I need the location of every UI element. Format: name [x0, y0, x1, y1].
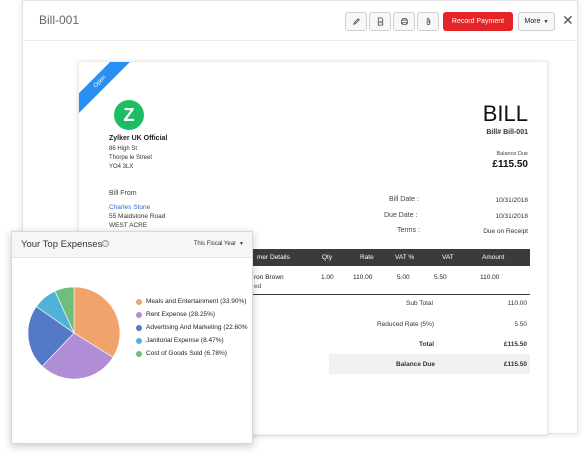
- balance-due-amount: £115.50: [492, 159, 528, 170]
- column-header: mer Details: [257, 254, 290, 261]
- vendor-address-line: WEST ACRE: [109, 222, 148, 229]
- org-address-line: Thorpe le Street: [109, 155, 153, 161]
- vendor-name-link[interactable]: Charles Stone: [109, 204, 150, 211]
- help-icon[interactable]: ?: [102, 240, 109, 247]
- bill-id-title: Bill-001: [39, 13, 80, 27]
- legend-swatch: [136, 311, 142, 318]
- legend-swatch: [136, 350, 142, 357]
- legend-item: Cost of Goods Sold (6.78%): [136, 350, 227, 357]
- item-description: ed: [254, 283, 262, 290]
- paperclip-icon: [426, 17, 430, 25]
- items-table-header: mer Details Qty Rate VAT % VAT Amount: [252, 249, 530, 266]
- caret-down-icon: ▼: [543, 18, 549, 25]
- item-vat-percent: 5.00: [397, 274, 410, 281]
- reduced-rate-label: Reduced Rate (5%): [377, 321, 435, 328]
- more-dropdown[interactable]: More ▼: [518, 12, 555, 31]
- item-qty: 1.00: [321, 274, 334, 281]
- org-address-line: 86 High St: [109, 146, 138, 152]
- column-header: Amount: [482, 254, 505, 261]
- org-address-line: YO4 3LX: [109, 164, 134, 170]
- legend-swatch: [136, 337, 142, 344]
- reduced-rate-value: 5.50: [514, 321, 527, 328]
- legend-swatch: [136, 298, 142, 305]
- period-label: This Fiscal Year: [193, 241, 237, 247]
- org-name: Zylker UK Official: [109, 135, 168, 142]
- item-rate: 110.00: [353, 274, 373, 281]
- bill-date-value: 10/31/2018: [495, 197, 528, 204]
- legend-label: Janitorial Expense (8.47%): [146, 337, 224, 344]
- pdf-button[interactable]: [369, 12, 391, 31]
- company-logo: Z: [114, 100, 144, 130]
- printer-icon: [400, 17, 408, 26]
- total-value: £115.50: [503, 341, 527, 348]
- top-expenses-widget: Your Top Expenses ? This Fiscal Year ▼ M…: [11, 231, 253, 444]
- bill-heading: BILL: [482, 101, 528, 126]
- due-date-label: Due Date :: [384, 212, 418, 219]
- bill-from-label: Bill From: [109, 190, 137, 197]
- legend-label: Cost of Goods Sold (6.78%): [146, 350, 227, 357]
- caret-down-icon: ▼: [239, 241, 244, 247]
- bill-toolbar: Bill-001 Record Payment More ▼ ✕: [23, 1, 577, 41]
- edit-button[interactable]: [345, 12, 367, 31]
- pdf-icon: [377, 17, 383, 26]
- legend-item: Janitorial Expense (8.47%): [136, 337, 224, 344]
- legend-swatch: [136, 324, 142, 331]
- pencil-icon: [352, 18, 360, 25]
- terms-label: Terms :: [397, 227, 420, 234]
- terms-value: Due on Receipt: [483, 228, 528, 235]
- legend-item: Meals and Entertainment (33.90%): [136, 298, 246, 305]
- legend-item: Advertising And Marketing (22.60%: [136, 324, 248, 331]
- item-vat: 5.50: [434, 274, 447, 281]
- total-label: Total: [419, 341, 435, 348]
- bill-date-label: Bill Date :: [389, 196, 419, 203]
- more-label: More: [524, 18, 541, 25]
- balance-due-total-value: £115.50: [503, 361, 527, 368]
- widget-title: Your Top Expenses: [21, 239, 103, 250]
- record-payment-button[interactable]: Record Payment: [443, 12, 513, 31]
- item-amount: 110.00: [480, 274, 500, 281]
- period-dropdown[interactable]: This Fiscal Year ▼: [194, 241, 244, 247]
- balance-due-label: Balance Due: [496, 151, 529, 157]
- bill-number: Bill# Bill-001: [486, 129, 528, 136]
- column-header: Qty: [322, 254, 333, 261]
- column-header: Rate: [360, 254, 374, 261]
- column-header: VAT %: [395, 254, 415, 261]
- widget-header: Your Top Expenses ? This Fiscal Year ▼: [12, 232, 252, 258]
- column-header: VAT: [442, 254, 454, 261]
- subtotal-value: 110.00: [507, 300, 527, 307]
- item-name: ron Brown: [254, 274, 284, 281]
- print-button[interactable]: [393, 12, 415, 31]
- balance-due-total-label: Balance Due: [396, 361, 436, 368]
- legend-label: Advertising And Marketing (22.60%: [146, 324, 248, 331]
- legend-label: Meals and Entertainment (33.90%): [146, 298, 247, 305]
- vendor-address-line: 55 Maidstone Road: [109, 213, 166, 220]
- legend-label: Rent Expense (28.25%): [146, 311, 216, 318]
- due-date-value: 10/31/2018: [495, 213, 528, 220]
- attach-button[interactable]: [417, 12, 439, 31]
- legend-item: Rent Expense (28.25%): [136, 311, 215, 318]
- table-divider: [252, 294, 530, 295]
- close-icon[interactable]: ✕: [562, 13, 574, 27]
- subtotal-label: Sub Total: [406, 300, 433, 307]
